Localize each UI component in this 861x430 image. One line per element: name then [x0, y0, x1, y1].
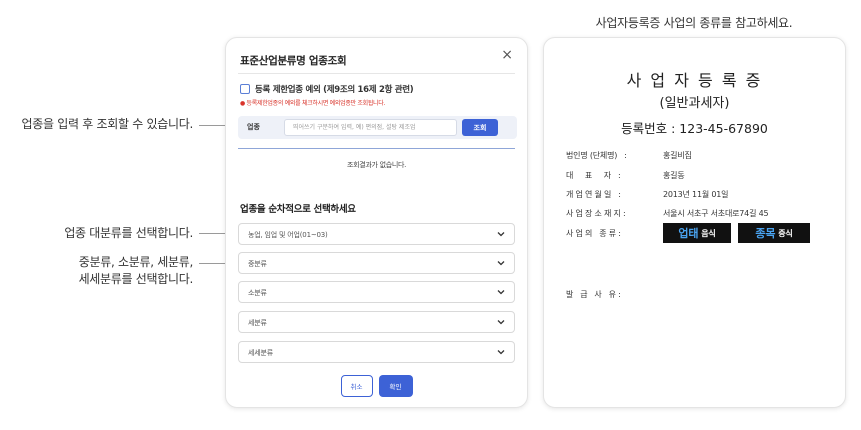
registration-number: 등록번호 : 123-45-67890	[621, 121, 768, 136]
business-registration-certificate: 사 업 자 등 록 증 (일반과세자) 등록번호 : 123-45-67890 …	[543, 37, 846, 408]
cert-row-open-date: 개 업 연 월 일 : 2013년 11월 01일	[566, 189, 728, 200]
select-value: 중분류	[248, 260, 267, 268]
chevron-down-icon	[497, 261, 505, 266]
cert-label: 사 업 의 종 류 :	[566, 228, 621, 238]
select-value: 소분류	[248, 289, 267, 297]
business-type-tag: 업태 음식	[663, 223, 731, 243]
modal-footer: 취소 확인	[226, 375, 527, 397]
industry-search-modal: 표준산업분류명 업종조회 × 등록 제한업종 예외 (제9조의 16제 2항 관…	[225, 37, 528, 408]
cert-row-address: 사 업 장 소 재 지 : 서울시 서초구 서초대로74길 45	[566, 208, 769, 219]
tag-value: 중식	[778, 228, 793, 238]
cert-label: 발 급 사 유 :	[566, 290, 621, 299]
divider	[238, 73, 515, 74]
annotation-sub-hint: 중분류, 소분류, 세분류, 세세분류를 선택합니다.	[0, 254, 194, 288]
cert-row-issue-reason: 발 급 사 유 :	[566, 289, 663, 300]
business-item-tag: 종목 중식	[738, 223, 810, 243]
select-value: 농업, 임업 및 어업(01~03)	[248, 231, 328, 239]
tag-title: 종목	[755, 227, 776, 240]
cert-label: 사 업 장 소 재 지 :	[566, 209, 626, 218]
tag-value: 음식	[701, 228, 716, 238]
cert-row-business-type: 사 업 의 종 류 : 업태 음식 종목 중식	[566, 223, 817, 243]
middle-category-select[interactable]: 중분류	[238, 252, 515, 274]
confirm-button[interactable]: 확인	[378, 375, 413, 397]
annotation-sub-hint-line1: 중분류, 소분류, 세분류,	[78, 255, 194, 269]
cancel-button[interactable]: 취소	[340, 375, 373, 397]
select-value: 세세분류	[248, 349, 273, 357]
result-divider	[238, 148, 515, 149]
modal-title: 표준산업분류명 업종조회	[240, 55, 347, 67]
chevron-down-icon	[497, 350, 505, 355]
sub-category-select[interactable]: 세분류	[238, 311, 515, 333]
detail-category-select[interactable]: 세세분류	[238, 341, 515, 363]
industry-search-input[interactable]	[284, 119, 457, 136]
search-button[interactable]: 조회	[462, 119, 498, 136]
no-result-message: 조회결과가 없습니다.	[346, 161, 407, 169]
annotation-major-hint: 업종 대분류를 선택합니다.	[64, 226, 193, 240]
close-icon[interactable]: ×	[501, 47, 513, 63]
cert-row-representative: 대 표 자 : 홍길동	[566, 170, 685, 181]
restricted-exception-checkbox[interactable]	[240, 84, 250, 94]
cert-value: 2013년 11월 01일	[663, 190, 729, 199]
cert-value: 홍길비집	[663, 151, 692, 160]
restricted-exception-label: 등록 제한업종 예외 (제9조의 16제 2항 관련)	[255, 85, 414, 95]
select-value: 세분류	[248, 319, 267, 327]
chevron-down-icon	[497, 320, 505, 325]
cert-value: 홍길동	[663, 171, 685, 180]
chevron-down-icon	[497, 290, 505, 295]
restricted-exception-note: ● 등록제한업종의 예외를 체크하시면 예외업종만 조회됩니다.	[240, 100, 386, 107]
industry-search-bar: 업종 조회	[238, 116, 517, 139]
annotation-sub-hint-line2: 세세분류를 선택합니다.	[78, 272, 194, 286]
chevron-down-icon	[497, 232, 505, 237]
major-category-select[interactable]: 농업, 임업 및 어업(01~03)	[238, 223, 515, 245]
annotation-search-hint: 업종을 입력 후 조회할 수 있습니다.	[21, 117, 194, 131]
cert-label: 개 업 연 월 일 :	[566, 190, 621, 199]
certificate-title: 사 업 자 등 록 증	[626, 71, 763, 90]
cert-value: 서울시 서초구 서초대로74길 45	[663, 209, 769, 218]
certificate-caption: 사업자등록증 사업의 종류를 참고하세요.	[595, 16, 793, 30]
search-label: 업종	[247, 123, 260, 131]
cert-row-company: 법인명 (단체명) : 홍길비집	[566, 150, 692, 161]
certificate-subtitle: (일반과세자)	[659, 96, 730, 111]
select-section-title: 업종을 순차적으로 선택하세요	[240, 204, 356, 215]
tag-title: 업태	[678, 227, 699, 240]
minor-category-select[interactable]: 소분류	[238, 281, 515, 303]
cert-label: 법인명 (단체명) :	[566, 151, 627, 160]
restricted-exception-option[interactable]: 등록 제한업종 예외 (제9조의 16제 2항 관련)	[240, 83, 414, 95]
cert-label: 대 표 자 :	[566, 171, 621, 180]
